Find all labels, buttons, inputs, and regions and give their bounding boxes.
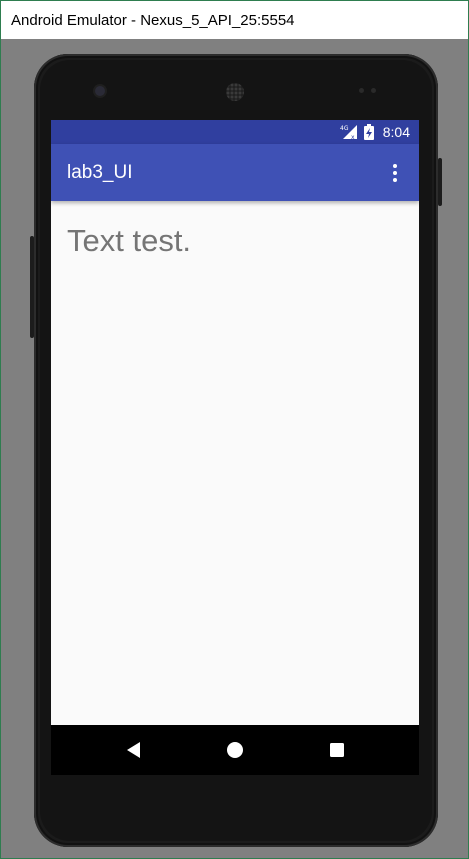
window-titlebar[interactable]: Android Emulator - Nexus_5_API_25:5554 xyxy=(1,1,468,39)
earpiece-speaker-icon xyxy=(226,83,244,101)
phone-frame: 4G x 8:04 lab3_UI Text test. xyxy=(30,54,442,847)
signal-4g-icon: 4G x xyxy=(340,125,357,140)
emulator-workarea: 4G x 8:04 lab3_UI Text test. xyxy=(1,39,468,858)
app-title: lab3_UI xyxy=(67,161,133,183)
power-button[interactable] xyxy=(438,158,442,206)
network-type-label: 4G xyxy=(340,125,349,132)
volume-button[interactable] xyxy=(30,236,34,338)
back-triangle-icon[interactable] xyxy=(124,740,144,760)
navigation-bar xyxy=(51,725,419,775)
battery-charging-icon xyxy=(363,124,374,140)
recents-square-icon[interactable] xyxy=(327,740,347,760)
status-time: 8:04 xyxy=(382,124,410,140)
app-toolbar: lab3_UI xyxy=(51,144,419,201)
status-bar: 4G x 8:04 xyxy=(51,120,419,144)
svg-text:x: x xyxy=(351,134,355,140)
proximity-sensors xyxy=(359,88,376,93)
main-content: Text test. xyxy=(51,201,419,725)
window-title: Android Emulator - Nexus_5_API_25:5554 xyxy=(11,11,295,29)
text-view: Text test. xyxy=(67,223,192,258)
phone-screen: 4G x 8:04 lab3_UI Text test. xyxy=(51,120,419,775)
front-camera-icon xyxy=(95,86,105,96)
emulator-window: Android Emulator - Nexus_5_API_25:5554 4… xyxy=(0,0,469,859)
home-circle-icon[interactable] xyxy=(225,740,245,760)
more-vert-icon[interactable] xyxy=(383,155,407,191)
